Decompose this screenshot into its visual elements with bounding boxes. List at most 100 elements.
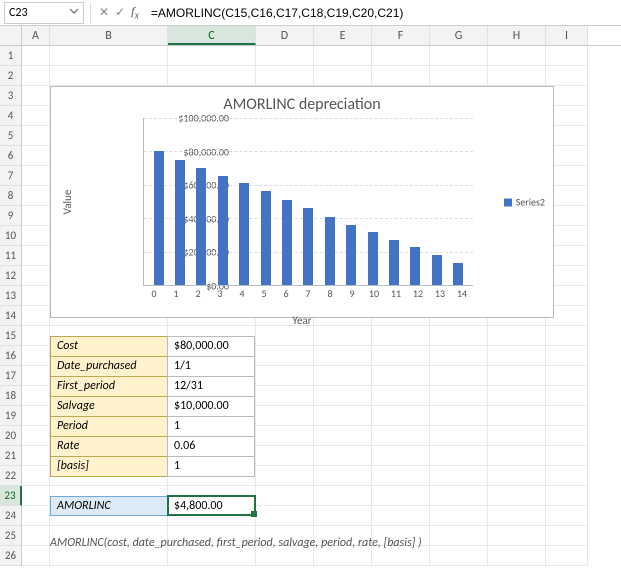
row-header[interactable]: 19 (0, 406, 22, 426)
cell[interactable] (430, 366, 488, 386)
cell[interactable] (430, 426, 488, 446)
row-header[interactable]: 6 (0, 146, 22, 166)
row-header[interactable]: 3 (0, 86, 22, 106)
cell[interactable] (314, 486, 372, 506)
cell-cost[interactable]: $80,000.00 (167, 336, 255, 357)
cell[interactable] (430, 526, 488, 546)
cell[interactable] (430, 446, 488, 466)
col-header[interactable]: I (546, 26, 588, 45)
row-header[interactable]: 25 (0, 526, 22, 546)
cell[interactable] (372, 506, 430, 526)
select-all-corner[interactable] (0, 26, 22, 45)
cell[interactable] (546, 426, 588, 446)
cell[interactable] (256, 386, 314, 406)
cell[interactable] (314, 366, 372, 386)
col-header[interactable]: H (488, 26, 546, 45)
cell[interactable] (430, 406, 488, 426)
cell[interactable] (546, 526, 588, 546)
formula-input[interactable] (145, 2, 621, 24)
cell[interactable] (430, 546, 488, 566)
cell[interactable] (22, 326, 50, 346)
label-rate[interactable]: Rate (50, 436, 168, 457)
cell[interactable] (256, 346, 314, 366)
cell[interactable] (22, 286, 50, 306)
cell[interactable] (546, 366, 588, 386)
result-value[interactable]: $4,800.00 (167, 496, 255, 516)
cell[interactable] (22, 446, 50, 466)
row-header[interactable]: 16 (0, 346, 22, 366)
cell[interactable] (372, 326, 430, 346)
cell[interactable] (22, 486, 50, 506)
col-header[interactable]: B (50, 26, 168, 45)
row-header[interactable]: 15 (0, 326, 22, 346)
cell-rate[interactable]: 0.06 (167, 436, 255, 457)
cell[interactable] (22, 66, 50, 86)
row-header[interactable]: 14 (0, 306, 22, 326)
cell[interactable] (488, 466, 546, 486)
cell[interactable] (488, 366, 546, 386)
col-header[interactable]: A (22, 26, 50, 45)
cell[interactable] (22, 226, 50, 246)
cell[interactable] (256, 46, 314, 66)
row-header[interactable]: 13 (0, 286, 22, 306)
syntax-text[interactable]: AMORLINC(cost, date_purchased, first_per… (50, 536, 422, 550)
cell[interactable] (50, 46, 168, 66)
cell[interactable] (22, 206, 50, 226)
cell[interactable] (430, 46, 488, 66)
fx-icon[interactable]: fx (131, 4, 139, 21)
cell[interactable] (256, 406, 314, 426)
cell[interactable] (430, 486, 488, 506)
row-header[interactable]: 9 (0, 206, 22, 226)
cell[interactable] (22, 46, 50, 66)
cell[interactable] (430, 326, 488, 346)
cell-salvage[interactable]: $10,000.00 (167, 396, 255, 417)
row-header[interactable]: 18 (0, 386, 22, 406)
cell[interactable] (256, 66, 314, 86)
cell[interactable] (488, 546, 546, 566)
result-label[interactable]: AMORLINC (50, 496, 168, 516)
cell[interactable] (50, 66, 168, 86)
cell[interactable] (256, 506, 314, 526)
label-cost[interactable]: Cost (50, 336, 168, 357)
cell[interactable] (372, 346, 430, 366)
cell[interactable] (430, 346, 488, 366)
row-header[interactable]: 11 (0, 246, 22, 266)
cell[interactable] (314, 406, 372, 426)
cell[interactable] (372, 486, 430, 506)
row-header[interactable]: 23 (0, 486, 22, 506)
row-header[interactable]: 22 (0, 466, 22, 486)
cell[interactable] (22, 426, 50, 446)
cell[interactable] (22, 306, 50, 326)
cell[interactable] (22, 506, 50, 526)
cell[interactable] (372, 426, 430, 446)
label-period[interactable]: Period (50, 416, 168, 437)
cell[interactable] (546, 386, 588, 406)
row-header[interactable]: 5 (0, 126, 22, 146)
cell[interactable] (430, 386, 488, 406)
label-salvage[interactable]: Salvage (50, 396, 168, 417)
label-basis[interactable]: [basis] (50, 456, 168, 477)
cell[interactable] (314, 426, 372, 446)
cell[interactable] (22, 266, 50, 286)
cell[interactable] (546, 326, 588, 346)
cell[interactable] (372, 466, 430, 486)
chart[interactable]: AMORLINC depreciation Value $0.00$20,000… (50, 86, 554, 318)
cell-first-period[interactable]: 12/31 (167, 376, 255, 397)
row-header[interactable]: 10 (0, 226, 22, 246)
cell[interactable] (256, 426, 314, 446)
cell[interactable] (314, 346, 372, 366)
cell[interactable] (488, 406, 546, 426)
cell[interactable] (546, 486, 588, 506)
cell[interactable] (546, 506, 588, 526)
cell[interactable] (372, 406, 430, 426)
cell[interactable] (22, 466, 50, 486)
cell[interactable] (430, 506, 488, 526)
cell[interactable] (22, 86, 50, 106)
cell[interactable] (22, 546, 50, 566)
row-header[interactable]: 26 (0, 546, 22, 566)
cell[interactable] (22, 526, 50, 546)
row-header[interactable]: 7 (0, 166, 22, 186)
cell-date-purchased[interactable]: 1/1 (167, 356, 255, 377)
row-header[interactable]: 20 (0, 426, 22, 446)
row-header[interactable]: 2 (0, 66, 22, 86)
